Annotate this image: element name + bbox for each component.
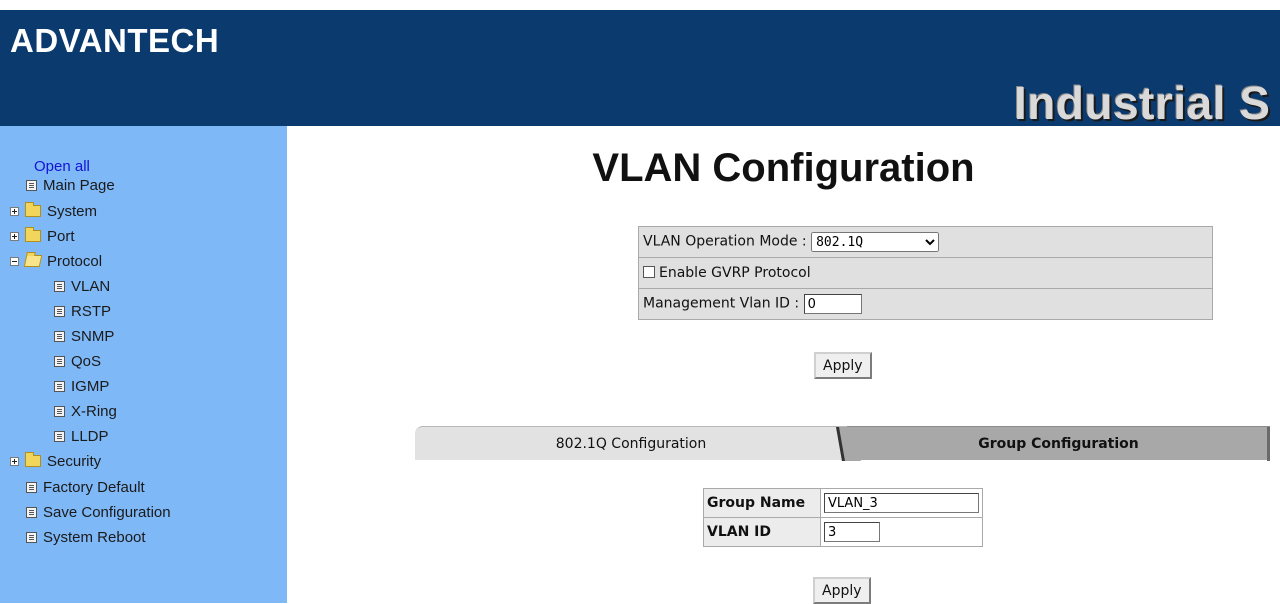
document-icon [54,305,65,317]
expand-plus-icon[interactable] [10,456,19,466]
vlan-id-label: VLAN ID [703,517,821,547]
sidebar-item-igmp[interactable]: IGMP [54,376,109,396]
folder-icon [25,227,41,242]
sidebar-item-vlan[interactable]: VLAN [54,276,110,296]
document-icon [26,481,37,493]
sidebar-item-qos[interactable]: QoS [54,351,101,371]
sidebar-item-main-page[interactable]: Main Page [26,175,115,195]
document-icon [26,506,37,518]
vlan-mode-select[interactable]: 802.1Q [811,232,940,252]
mgmt-vlan-label: Management Vlan ID : [643,295,800,312]
sidebar-item-label: Port [47,227,75,245]
header-top-strip [0,0,1280,10]
sidebar-item-label: Main Page [43,176,115,194]
sidebar-item-label: System Reboot [43,528,146,546]
document-icon [54,280,65,292]
sidebar-item-protocol[interactable]: Protocol [10,251,102,271]
folder-icon [25,452,41,467]
vlan-id-input[interactable] [824,522,880,542]
group-name-label: Group Name [703,488,821,518]
mgmt-vlan-id-input[interactable] [803,294,862,314]
sidebar-item-label: Security [47,452,102,470]
expand-plus-icon[interactable] [10,206,19,216]
sidebar-item-x-ring[interactable]: X-Ring [54,401,117,421]
folder-icon [25,202,41,217]
sidebar-item-factory-default[interactable]: Factory Default [26,477,145,497]
gvrp-checkbox[interactable] [643,266,655,278]
mgmt-vlan-row: Management Vlan ID : [638,288,1213,320]
sidebar-item-port[interactable]: Port [10,226,75,246]
sidebar-nav: Open all Main Page System Port Protocol … [0,126,287,603]
sidebar-item-system[interactable]: System [10,201,97,221]
sidebar-item-label: Save Configuration [43,503,171,521]
document-icon [26,531,37,543]
document-icon [54,430,65,442]
gvrp-row: Enable GVRP Protocol [638,257,1213,289]
page-title: VLAN Configuration [592,146,975,190]
sidebar-item-label: LLDP [71,427,109,445]
sidebar-item-snmp[interactable]: SNMP [54,326,114,346]
sidebar-item-label: Protocol [47,252,103,270]
sidebar-item-system-reboot[interactable]: System Reboot [26,527,146,547]
group-name-row: Group Name [703,488,983,518]
header-banner: ADVANTECH Industrial S [0,0,1280,126]
tab-group-configuration[interactable]: Group Configuration [847,426,1270,461]
sidebar-item-label: SNMP [71,327,115,345]
sidebar-item-lldp[interactable]: LLDP [54,426,109,446]
collapse-minus-icon[interactable] [10,256,19,266]
document-icon [54,355,65,367]
sidebar-item-label: VLAN [71,277,111,295]
vlan-settings-table: VLAN Operation Mode : 802.1Q Enable GVRP… [638,226,1213,320]
document-icon [26,179,37,191]
group-config-table: Group Name VLAN ID [703,488,983,547]
group-name-input[interactable] [824,493,979,513]
vlan-mode-row: VLAN Operation Mode : 802.1Q [638,226,1213,258]
open-folder-icon [23,255,43,267]
sidebar-item-label: Factory Default [43,478,145,496]
gvrp-label: Enable GVRP Protocol [659,265,811,281]
apply-button[interactable]: Apply [814,352,872,379]
sidebar-item-rstp[interactable]: RSTP [54,301,111,321]
sidebar-item-security[interactable]: Security [10,451,101,471]
tab-8021q-configuration[interactable]: 802.1Q Configuration [415,426,847,460]
advantech-logo: ADVANTECH [10,22,220,59]
industrial-banner-text: Industrial S [1014,77,1271,126]
open-all-link[interactable]: Open all [34,158,90,175]
sidebar-item-label: IGMP [71,377,110,395]
sidebar-item-save-configuration[interactable]: Save Configuration [26,502,171,522]
vlan-mode-label: VLAN Operation Mode : [643,233,807,250]
document-icon [54,405,65,417]
config-tabs: 802.1Q Configuration Group Configuration [415,426,1270,461]
document-icon [54,330,65,342]
document-icon [54,380,65,392]
sidebar-item-label: System [47,202,98,220]
tab-label: Group Configuration [978,435,1139,452]
main-content: VLAN Configuration VLAN Operation Mode :… [287,126,1280,604]
sidebar-item-label: RSTP [71,302,112,320]
apply-group-button[interactable]: Apply [813,577,871,604]
sidebar-item-label: X-Ring [71,402,117,420]
expand-plus-icon[interactable] [10,231,19,241]
sidebar-item-label: QoS [71,352,102,370]
vlan-id-row: VLAN ID [703,517,983,547]
